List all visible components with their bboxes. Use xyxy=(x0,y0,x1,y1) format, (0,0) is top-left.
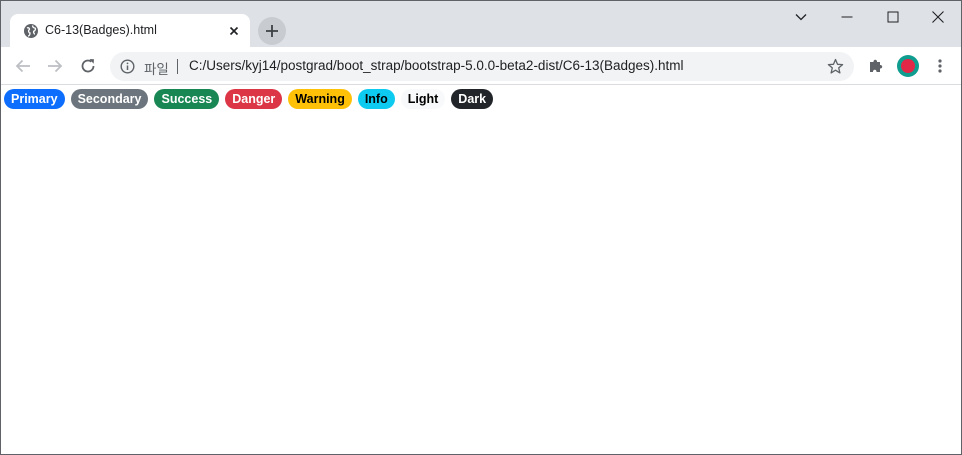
badge-primary: Primary xyxy=(4,89,65,109)
new-tab-button[interactable] xyxy=(258,17,286,45)
close-icon xyxy=(932,11,944,23)
globe-icon xyxy=(24,24,38,38)
forward-arrow-icon xyxy=(48,59,63,73)
badge-info: Info xyxy=(357,89,395,109)
maximize-icon xyxy=(887,11,899,23)
tab-title: C6-13(Badges).html xyxy=(45,23,157,37)
browser-window: C6-13(Badges).html 파일 C:/Users/kyj14/pos… xyxy=(0,0,962,455)
tab-search-button[interactable] xyxy=(778,1,824,33)
browser-toolbar: 파일 C:/Users/kyj14/postgrad/boot_strap/bo… xyxy=(1,47,961,85)
badge-secondary: Secondary xyxy=(70,89,149,109)
reload-button[interactable] xyxy=(74,52,102,80)
tab-strip: C6-13(Badges).html xyxy=(1,1,961,48)
puzzle-icon[interactable] xyxy=(867,57,885,75)
plus-icon xyxy=(266,25,278,37)
avatar[interactable] xyxy=(897,55,919,77)
minimize-icon xyxy=(841,16,853,18)
three-dot-menu-icon[interactable] xyxy=(932,58,948,74)
back-arrow-icon xyxy=(15,59,30,73)
chevron-down-icon xyxy=(795,14,807,21)
star-icon[interactable] xyxy=(827,58,844,75)
badge-dark: Dark xyxy=(451,89,494,109)
maximize-button[interactable] xyxy=(870,1,916,33)
page-content: Primary Secondary Success Danger Warning Info… xyxy=(1,86,961,454)
minimize-button[interactable] xyxy=(824,1,870,33)
badge-list: Primary Secondary Success Danger Warning Info… xyxy=(4,89,499,109)
badge-warning: Warning xyxy=(288,89,352,109)
omnibox-divider xyxy=(177,59,178,74)
close-window-button[interactable] xyxy=(915,1,961,33)
badge-light: Light xyxy=(400,89,446,109)
back-button[interactable] xyxy=(9,52,37,80)
forward-button[interactable] xyxy=(41,52,69,80)
avatar-image xyxy=(901,59,915,73)
badge-success: Success xyxy=(154,89,220,109)
scheme-label: 파일 xyxy=(144,62,169,77)
reload-icon xyxy=(81,59,95,73)
close-icon[interactable] xyxy=(226,23,242,39)
active-tab[interactable]: C6-13(Badges).html xyxy=(10,14,250,48)
address-bar[interactable]: 파일 C:/Users/kyj14/postgrad/boot_strap/bo… xyxy=(110,52,854,81)
info-icon[interactable] xyxy=(120,59,135,74)
badge-danger: Danger xyxy=(225,89,283,109)
url-text[interactable]: C:/Users/kyj14/postgrad/boot_strap/boots… xyxy=(189,58,684,73)
